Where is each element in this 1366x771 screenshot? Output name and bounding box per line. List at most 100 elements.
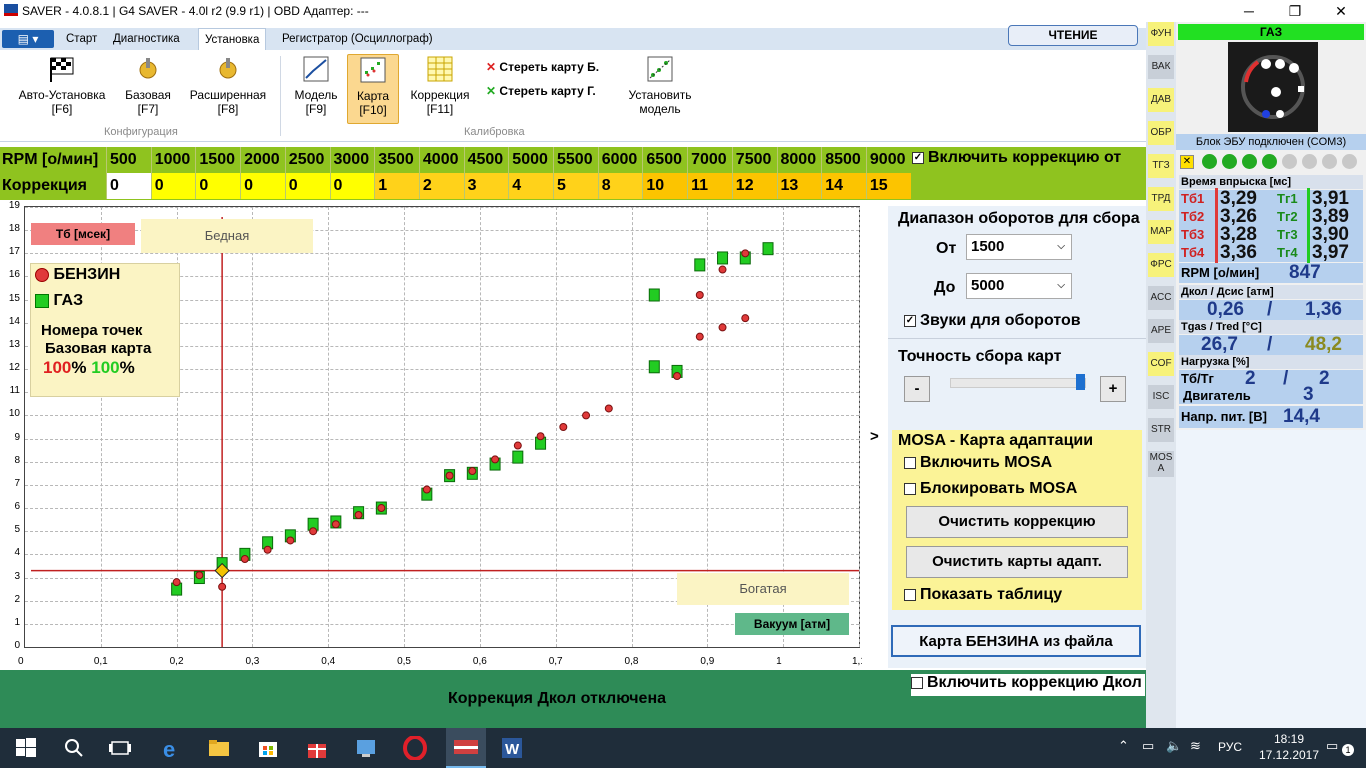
rpm-cell: 3000: [329, 147, 375, 173]
show-table-checkbox[interactable]: Показать таблицу: [904, 586, 1062, 604]
maximize-button[interactable]: ❐: [1272, 0, 1318, 22]
vertical-tab[interactable]: STR: [1148, 418, 1174, 442]
close-button[interactable]: ✕: [1318, 0, 1364, 22]
clock-date[interactable]: 17.12.2017: [1252, 748, 1326, 762]
precision-minus-button[interactable]: -: [904, 376, 930, 402]
app-menu-button[interactable]: ▤ ▾: [2, 30, 54, 48]
y-tick-label: 11: [9, 385, 20, 397]
correction-cell[interactable]: 0: [195, 173, 241, 199]
y-tick-label: 12: [8, 362, 20, 374]
extended-button[interactable]: Расширенная [F8]: [182, 54, 274, 116]
correction-cell[interactable]: 0: [329, 173, 375, 199]
correction-cell[interactable]: 15: [865, 173, 911, 199]
basic-button[interactable]: Базовая [F7]: [120, 54, 176, 116]
erase-petrol-map-button[interactable]: ✕ Стереть карту Б.: [486, 60, 599, 74]
tab-recorder[interactable]: Регистратор (Осциллограф): [276, 28, 439, 50]
tab-start[interactable]: Старт: [60, 28, 103, 50]
media-app-icon[interactable]: [354, 736, 378, 760]
tab-diagnostics[interactable]: Диагностика: [107, 28, 186, 50]
correction-cell[interactable]: 8: [597, 173, 643, 199]
vertical-tab[interactable]: MOS A: [1148, 451, 1174, 477]
precision-plus-button[interactable]: +: [1100, 376, 1126, 402]
vertical-tab[interactable]: ТГЗ: [1148, 154, 1174, 178]
correction-cell[interactable]: 4: [508, 173, 554, 199]
tab-setup[interactable]: Установка: [198, 28, 267, 50]
vertical-tab[interactable]: ОБР: [1148, 121, 1174, 145]
block-mosa-checkbox[interactable]: Блокировать MOSA: [904, 480, 1077, 498]
correction-cell[interactable]: 14: [821, 173, 867, 199]
search-icon[interactable]: [62, 736, 86, 760]
auto-setup-button[interactable]: Авто-Установка [F6]: [6, 54, 118, 116]
word-icon[interactable]: W: [500, 736, 524, 760]
auto-setup-key: [F6]: [51, 102, 73, 116]
clock-time[interactable]: 18:19: [1264, 732, 1314, 746]
correction-cell[interactable]: 13: [776, 173, 822, 199]
opera-icon[interactable]: [403, 735, 427, 761]
vertical-tab[interactable]: ТРД: [1148, 187, 1174, 211]
y-tick-label: 7: [14, 477, 20, 489]
scatter-chart[interactable]: Тб [мсек] Бедная БЕНЗИН ГАЗ Номера точек…: [24, 206, 860, 648]
correction-cell[interactable]: 10: [642, 173, 688, 199]
task-view-icon[interactable]: [108, 736, 132, 760]
clear-adapt-maps-button[interactable]: Очистить карты адапт.: [906, 546, 1128, 578]
correction-cell[interactable]: 0: [106, 173, 151, 199]
correction-cell[interactable]: 2: [418, 173, 464, 199]
language-indicator[interactable]: РУС: [1218, 740, 1242, 754]
tb-axis-label: Тб [мсек]: [31, 223, 135, 245]
gas-point: [648, 288, 660, 302]
minimize-button[interactable]: ─: [1226, 0, 1272, 22]
file-explorer-icon[interactable]: [207, 736, 231, 760]
correction-button[interactable]: Коррекция [F11]: [404, 54, 476, 116]
correction-cell[interactable]: 3: [463, 173, 509, 199]
vertical-tab[interactable]: ФРС: [1148, 253, 1174, 277]
y-tick-label: 13: [8, 338, 20, 350]
expand-arrow-button[interactable]: >: [870, 428, 879, 445]
from-rpm-select[interactable]: 1500 ⌵: [966, 234, 1072, 260]
vertical-tab[interactable]: ДАВ: [1148, 88, 1174, 112]
saver-app-taskbar-button[interactable]: [446, 728, 486, 768]
vertical-tab[interactable]: АРЕ: [1148, 319, 1174, 343]
vertical-tab[interactable]: ISC: [1148, 385, 1174, 409]
vertical-tab[interactable]: ФУН: [1148, 22, 1174, 46]
edge-browser-icon[interactable]: e: [160, 736, 184, 762]
sounds-checkbox[interactable]: ✓ Звуки для оборотов: [904, 312, 1081, 330]
petrol-map-from-file-button[interactable]: Карта БЕНЗИНА из файла: [891, 625, 1141, 657]
led-icon: [1342, 154, 1357, 169]
enable-correction-checkbox[interactable]: ✓ Включить коррекцию от: [912, 149, 1146, 167]
model-button[interactable]: Модель [F9]: [288, 54, 344, 116]
enable-dkol-checkbox[interactable]: Включить коррекцию Дкол: [911, 674, 1145, 696]
notification-icon[interactable]: ▭: [1326, 738, 1338, 754]
correction-cell[interactable]: 0: [240, 173, 286, 199]
vertical-tab[interactable]: АСС: [1148, 286, 1174, 310]
gas-point: [648, 360, 660, 374]
rpm-cell: 7000: [687, 147, 733, 173]
tray-chevron-icon[interactable]: ⌃: [1118, 738, 1129, 754]
vertical-tab[interactable]: COF: [1148, 352, 1174, 376]
correction-cell[interactable]: 11: [687, 173, 733, 199]
vertical-tab[interactable]: МАР: [1148, 220, 1174, 244]
enable-mosa-checkbox[interactable]: Включить MOSA: [904, 454, 1052, 472]
gift-icon[interactable]: [305, 736, 329, 760]
battery-icon[interactable]: ▭: [1142, 738, 1154, 754]
store-icon[interactable]: [256, 736, 280, 760]
correction-cell[interactable]: 0: [150, 173, 196, 199]
erase-gas-map-button[interactable]: ✕ Стереть карту Г.: [486, 84, 596, 98]
precision-slider[interactable]: [950, 378, 1086, 388]
group-config-label: Конфигурация: [104, 126, 178, 138]
slider-thumb[interactable]: [1076, 374, 1085, 390]
vertical-tab[interactable]: ВАК: [1148, 55, 1174, 79]
petrol-point: [673, 372, 682, 381]
volume-icon[interactable]: 🔈: [1166, 738, 1182, 754]
correction-cell[interactable]: 1: [374, 173, 420, 199]
network-icon[interactable]: ≋: [1190, 738, 1201, 754]
read-button[interactable]: ЧТЕНИЕ: [1008, 25, 1138, 46]
set-model-button[interactable]: Установить модель: [620, 54, 700, 116]
correction-cell[interactable]: 5: [553, 173, 598, 199]
map-button[interactable]: Карта [F10]: [347, 54, 399, 124]
clear-correction-button[interactable]: Очистить коррекцию: [906, 506, 1128, 538]
correction-cell[interactable]: 12: [731, 173, 777, 199]
base-map-label: Базовая карта: [45, 340, 152, 357]
to-rpm-select[interactable]: 5000 ⌵: [966, 273, 1072, 299]
windows-start-icon[interactable]: [14, 736, 38, 760]
correction-cell[interactable]: 0: [284, 173, 330, 199]
